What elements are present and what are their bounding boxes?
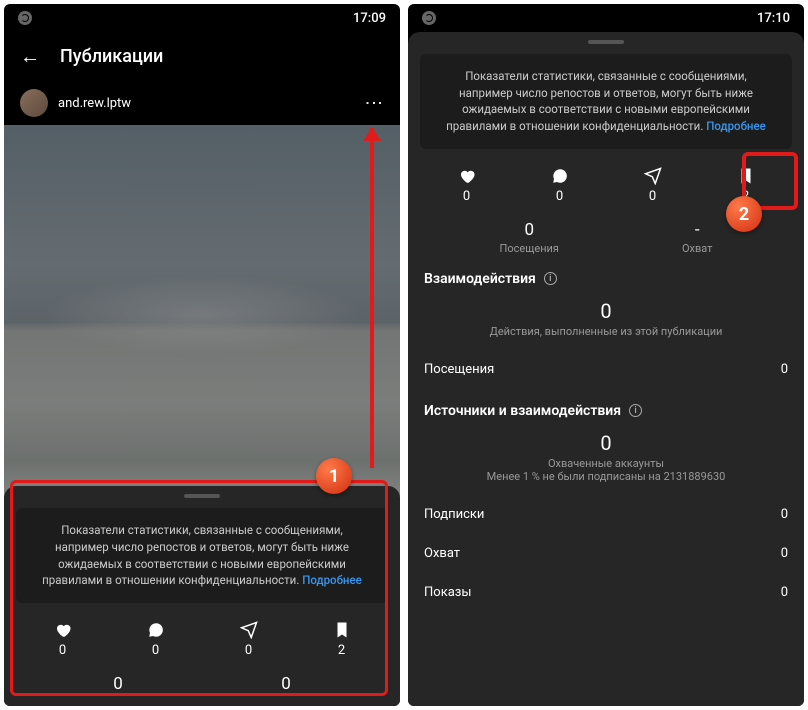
privacy-notice: Показатели статистики, связанные с сообщ… bbox=[420, 54, 792, 149]
annotation-step-1: 1 bbox=[316, 458, 352, 494]
sheet-handle-icon[interactable] bbox=[184, 494, 220, 498]
interactions-value: 0 bbox=[408, 291, 804, 323]
sources-sub2: Менее 1 % не были подписаны на 213188963… bbox=[487, 470, 726, 483]
username[interactable]: and.rew.lptw bbox=[58, 96, 353, 111]
page-title: Публикации bbox=[60, 46, 163, 67]
stat-shares: 0 bbox=[628, 167, 678, 204]
saves-value: 2 bbox=[338, 643, 345, 658]
row-reach: Охват 0 bbox=[408, 534, 804, 573]
back-icon[interactable]: ← bbox=[20, 44, 40, 69]
interactions-label: Взаимодействия bbox=[424, 271, 536, 287]
row-impressions: Показы 0 bbox=[408, 573, 804, 612]
heart-icon bbox=[458, 167, 476, 185]
learn-more-link[interactable]: Подробнее bbox=[302, 573, 362, 587]
quick-stats-row: 0 0 0 2 bbox=[4, 617, 400, 668]
row-subscriptions: Подписки 0 bbox=[408, 495, 804, 534]
reach-label: Охват bbox=[682, 242, 713, 255]
stat-comments: 0 bbox=[535, 167, 585, 204]
sources-value: 0 bbox=[408, 423, 804, 455]
more-options-icon[interactable]: ⋮ bbox=[363, 94, 384, 112]
row-visits: Посещения 0 bbox=[408, 350, 804, 389]
phone-left: 17:09 ← Публикации and.rew.lptw ⋮ Показа… bbox=[4, 4, 400, 706]
row-imp-value: 0 bbox=[781, 585, 788, 600]
sources-sub1: Охваченные аккаунты bbox=[548, 457, 664, 470]
bookmark-icon bbox=[333, 621, 351, 639]
row-subs-value: 0 bbox=[781, 507, 788, 522]
visits-value: 0 bbox=[500, 220, 559, 240]
comment-icon bbox=[147, 621, 165, 639]
visits-value: 0 bbox=[113, 674, 123, 694]
interactions-subtext: Действия, выполненные из этой публикации bbox=[408, 323, 804, 350]
info-icon[interactable]: i bbox=[629, 404, 642, 417]
insights-sheet-expanded[interactable]: Показатели статистики, связанные с сообщ… bbox=[408, 32, 804, 706]
comments-value: 0 bbox=[152, 643, 159, 658]
row-reach-value: 0 bbox=[781, 546, 788, 561]
visits-stat: 0 bbox=[113, 674, 123, 696]
row-imp-label: Показы bbox=[424, 585, 471, 600]
sources-label: Источники и взаимодействия bbox=[424, 403, 621, 419]
shazam-icon bbox=[422, 11, 436, 25]
status-time: 17:09 bbox=[353, 11, 386, 26]
row-reach-label: Охват bbox=[424, 546, 460, 561]
comment-icon bbox=[551, 167, 569, 185]
likes-value: 0 bbox=[463, 189, 470, 204]
avatar[interactable] bbox=[20, 89, 48, 117]
info-icon[interactable]: i bbox=[544, 272, 557, 285]
stat-likes: 0 bbox=[442, 167, 492, 204]
shares-value: 0 bbox=[245, 643, 252, 658]
likes-value: 0 bbox=[59, 643, 66, 658]
visits-label: Посещения bbox=[500, 242, 559, 255]
reach-stat: - Охват bbox=[682, 220, 713, 255]
annotation-step-2: 2 bbox=[726, 196, 762, 232]
send-icon bbox=[644, 167, 662, 185]
bookmark-icon bbox=[737, 167, 755, 185]
reach-stat: 0 bbox=[281, 674, 291, 696]
status-icons-left bbox=[422, 11, 436, 25]
reach-value: - bbox=[682, 220, 713, 240]
status-time: 17:10 bbox=[757, 11, 790, 26]
row-subs-label: Подписки bbox=[424, 507, 484, 522]
stat-likes: 0 bbox=[38, 621, 88, 658]
two-stat-row: 0 0 bbox=[4, 668, 400, 698]
send-icon bbox=[240, 621, 258, 639]
sources-heading: Источники и взаимодействия i bbox=[408, 389, 804, 423]
reach-value: 0 bbox=[281, 674, 291, 694]
stat-shares: 0 bbox=[224, 621, 274, 658]
post-author-row[interactable]: and.rew.lptw ⋮ bbox=[4, 81, 400, 125]
row-visits-value: 0 bbox=[781, 362, 788, 377]
phone-right: 17:10 Показатели статистики, связанные с… bbox=[408, 4, 804, 706]
row-visits-label: Посещения bbox=[424, 362, 494, 377]
comments-value: 0 bbox=[556, 189, 563, 204]
insights-sheet[interactable]: Показатели статистики, связанные с сообщ… bbox=[4, 486, 400, 706]
shares-value: 0 bbox=[649, 189, 656, 204]
status-bar: 17:09 bbox=[4, 4, 400, 32]
status-bar: 17:10 bbox=[408, 4, 804, 32]
sources-subtext: Охваченные аккаунты Менее 1 % не были по… bbox=[408, 455, 804, 495]
heart-icon bbox=[54, 621, 72, 639]
stat-saves: 2 bbox=[317, 621, 367, 658]
shazam-icon bbox=[18, 11, 32, 25]
sheet-handle-icon[interactable] bbox=[588, 40, 624, 44]
annotation-arrow bbox=[370, 128, 374, 468]
interactions-heading: Взаимодействия i bbox=[408, 257, 804, 291]
privacy-notice: Показатели статистики, связанные с сообщ… bbox=[16, 508, 388, 603]
stat-comments: 0 bbox=[131, 621, 181, 658]
visits-stat: 0 Посещения bbox=[500, 220, 559, 255]
header: ← Публикации bbox=[4, 32, 400, 81]
learn-more-link[interactable]: Подробнее bbox=[706, 119, 766, 133]
status-icons-left bbox=[18, 11, 32, 25]
